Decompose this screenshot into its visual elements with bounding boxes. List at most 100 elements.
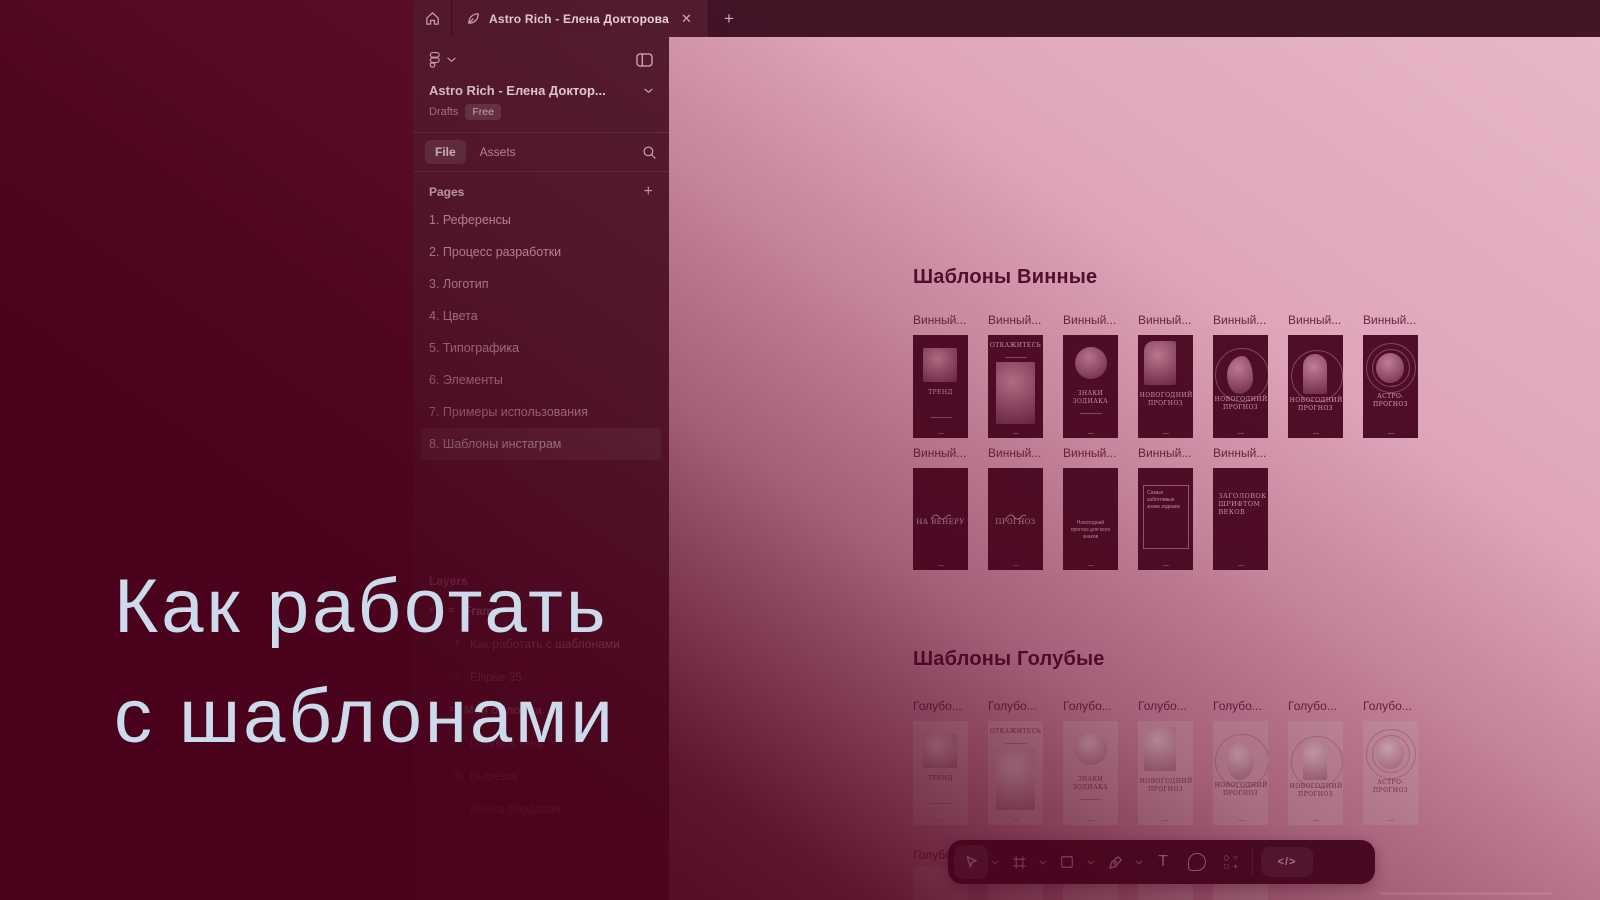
template-title: ЗАГОЛОВОК ШРИФТОМ ВЕКОВ — [1218, 492, 1267, 517]
sidebar-page-item[interactable]: 7. Примеры использования — [421, 396, 661, 428]
decor-line — [1004, 357, 1027, 358]
template-photo — [996, 748, 1035, 810]
chevron-down-icon — [644, 88, 653, 93]
template-thumbnail[interactable]: ТРЕНД — [913, 721, 968, 825]
main-menu-button[interactable] — [429, 51, 456, 68]
template-label[interactable]: Винный... — [988, 313, 1050, 327]
cover-title-line2: с шаблонами — [114, 674, 616, 759]
tab-title: Astro Rich - Елена Докторова — [489, 11, 669, 26]
template-label[interactable]: Винный... — [1288, 313, 1350, 327]
template-photo — [1376, 739, 1404, 769]
template-label[interactable]: Винный... — [988, 446, 1050, 460]
template-title: НОВОГОДНИЙ ПРОГНОЗ — [1289, 397, 1343, 412]
template-thumbnail[interactable]: НОВОГОДНИЙ ПРОГНОЗ — [1213, 721, 1268, 825]
template-thumbnail[interactable]: АСТРО-ПРОГНОЗ — [1363, 721, 1418, 825]
tab-assets[interactable]: Assets — [470, 140, 526, 164]
template-label[interactable]: Голубо... — [1213, 699, 1275, 713]
file-tab[interactable]: Astro Rich - Елена Докторова ✕ — [451, 0, 709, 37]
rectangle-icon — [1061, 856, 1073, 868]
new-tab-button[interactable]: + — [709, 0, 749, 37]
template-label[interactable]: Голубо... — [913, 699, 975, 713]
sidebar-page-item[interactable]: 5. Типографика — [421, 332, 661, 364]
cover-title-line1: Как работать — [114, 564, 609, 649]
template-thumbnail[interactable]: ОТКАЖИТЕСЬ — [988, 721, 1043, 825]
template-thumbnail[interactable]: НОВОГОДНИЙ ПРОГНОЗ — [1138, 335, 1193, 438]
template-label[interactable]: Голубо... — [1063, 699, 1125, 713]
shape-tool-button[interactable] — [1050, 845, 1084, 879]
shape-tool-chevron[interactable] — [1084, 860, 1098, 865]
file-name-dropdown[interactable]: Astro Rich - Елена Доктор... — [413, 74, 669, 98]
template-label[interactable]: Голубо... — [1138, 699, 1200, 713]
move-cursor-icon — [966, 855, 977, 867]
add-page-button[interactable]: + — [644, 184, 653, 200]
pen-tool-button[interactable] — [1098, 845, 1132, 879]
divider — [1252, 848, 1253, 876]
template-thumbnail[interactable]: Новогодний прогноз для всех знаков — [1063, 468, 1118, 570]
plan-badge: Free — [465, 104, 501, 120]
sidebar-page-item[interactable]: 3. Логотип — [421, 268, 661, 300]
pen-tool-chevron[interactable] — [1132, 860, 1146, 865]
layer-item[interactable]: ○ Рамка бордовая — [413, 792, 669, 825]
template-thumbnail[interactable]: НОВОГОДНИЙ ПРОГНОЗ — [1138, 721, 1193, 825]
template-label[interactable]: Винный... — [1363, 313, 1425, 327]
canvas[interactable]: Шаблоны Винные Винный... ТРЕНД Винный... ОТК… — [669, 37, 1600, 900]
dev-mode-toggle[interactable]: </> — [1261, 847, 1313, 877]
template-thumbnail[interactable]: ТРЕНД — [913, 335, 968, 438]
toggle-sidebar-icon[interactable] — [636, 52, 653, 67]
template-label[interactable]: Винный... — [1063, 313, 1125, 327]
frame-tool-button[interactable] — [1002, 845, 1036, 879]
template-photo — [1303, 354, 1327, 394]
search-icon[interactable] — [642, 145, 657, 160]
text-tool-button[interactable]: T — [1146, 845, 1180, 879]
template-thumbnail[interactable]: ПРОГНОЗ — [988, 468, 1043, 570]
template-label[interactable]: Винный... — [913, 446, 975, 460]
template-thumbnail[interactable]: ЗАГОЛОВОК ШРИФТОМ ВЕКОВ — [1213, 468, 1268, 570]
template-thumbnail[interactable]: АСТРО-ПРОГНОЗ — [1363, 335, 1418, 438]
decor-line — [929, 803, 952, 804]
template-thumbnail[interactable]: ЗНАКИ ЗОДИАКА — [1063, 721, 1118, 825]
template-thumbnail[interactable]: Самые заботливые знаки зодиака — [1138, 468, 1193, 570]
sidebar-page-item[interactable]: 8. Шаблоны инстаграм — [421, 428, 661, 460]
comment-tool-button[interactable] — [1180, 845, 1214, 879]
template-label[interactable]: Винный... — [1213, 446, 1275, 460]
template-title: АСТРО-ПРОГНОЗ — [1373, 393, 1408, 408]
section-title[interactable]: Шаблоны Винные — [913, 266, 1097, 289]
template-thumbnail[interactable]: НОВОГОДНИЙ ПРОГНОЗ — [1213, 335, 1268, 438]
sidebar-page-item[interactable]: 4. Цвета — [421, 300, 661, 332]
template-photo — [923, 348, 957, 382]
move-tool-button[interactable] — [954, 845, 988, 879]
close-tab-icon[interactable]: ✕ — [677, 9, 696, 29]
horizontal-scrollbar[interactable] — [1380, 892, 1552, 895]
decor-line — [929, 417, 952, 418]
template-thumbnail[interactable]: ЗНАКИ ЗОДИАКА — [1063, 335, 1118, 438]
template-photo — [1303, 740, 1327, 780]
sidebar-page-item[interactable]: 6. Элементы — [421, 364, 661, 396]
template-label[interactable]: Голубо... — [1363, 699, 1425, 713]
template-thumbnail[interactable]: НОВОГОДНИЙ ПРОГНОЗ — [1288, 335, 1343, 438]
template-label[interactable]: Винный... — [1138, 446, 1200, 460]
section-title[interactable]: Шаблоны Голубые — [913, 648, 1105, 671]
template-label[interactable]: Винный... — [1213, 313, 1275, 327]
sidebar-page-item[interactable]: 2. Процесс разработки — [421, 236, 661, 268]
actions-button[interactable]: ◇ ○ □ + — [1214, 845, 1248, 879]
sidebar-page-item[interactable]: 1. Референсы — [421, 204, 661, 236]
template-thumbnail[interactable]: ОТКАЖИТЕСЬ — [988, 335, 1043, 438]
template-thumbnail[interactable]: НА ВЕНЕРУ — [913, 468, 968, 570]
chevron-down-icon — [447, 57, 456, 62]
move-tool-chevron[interactable] — [988, 860, 1002, 865]
template-label[interactable]: Голубо... — [988, 699, 1050, 713]
template-label[interactable]: Голубо... — [1288, 699, 1350, 713]
template-label[interactable]: Винный... — [1138, 313, 1200, 327]
template-photo — [1376, 353, 1404, 383]
tab-file[interactable]: File — [425, 140, 466, 164]
template-photo — [1074, 733, 1107, 765]
decor-line — [1079, 413, 1102, 414]
template-thumbnail[interactable]: НОВОГОДНИЙ ПРОГНОЗ — [1288, 721, 1343, 825]
template-photo — [1074, 347, 1107, 379]
home-button[interactable] — [413, 0, 451, 37]
pen-icon — [1108, 855, 1122, 869]
bottom-toolbar: T ◇ ○ □ + </> — [948, 840, 1375, 884]
template-label[interactable]: Винный... — [913, 313, 975, 327]
frame-tool-chevron[interactable] — [1036, 860, 1050, 865]
template-label[interactable]: Винный... — [1063, 446, 1125, 460]
